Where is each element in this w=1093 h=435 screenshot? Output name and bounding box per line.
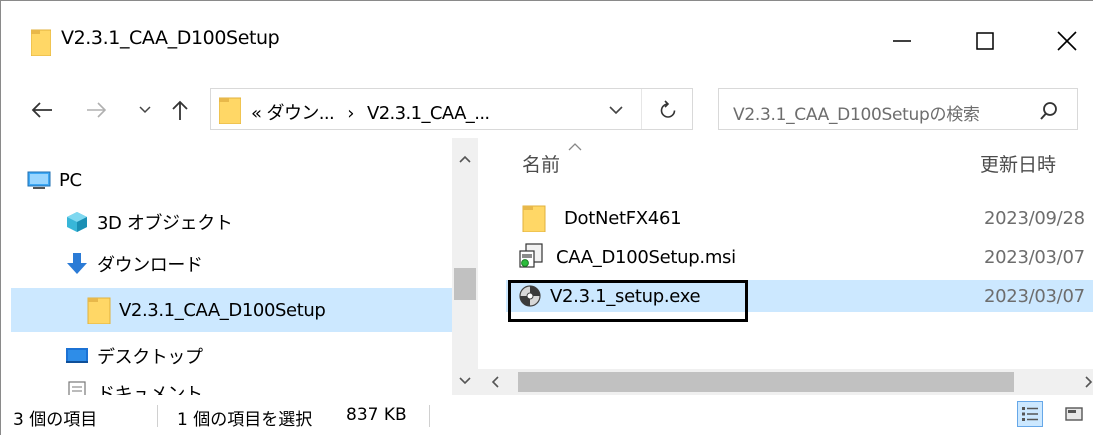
msi-installer-icon xyxy=(519,243,543,268)
folder-icon xyxy=(219,97,241,124)
file-list: 名前 更新日時 DotNetFX461 2023/09/28 CAA_D100S… xyxy=(478,138,1093,395)
tree-item-pc[interactable]: PC xyxy=(27,160,447,200)
folder-icon xyxy=(522,205,546,232)
folder-icon xyxy=(87,297,111,324)
tree-item-label: V2.3.1_CAA_D100Setup xyxy=(119,299,326,321)
file-row-setup-exe[interactable]: V2.3.1_setup.exe 2023/03/07 xyxy=(506,280,1093,312)
forward-button[interactable] xyxy=(81,90,111,130)
tree-item-current-folder[interactable]: V2.3.1_CAA_D100Setup xyxy=(11,288,453,332)
tree-item-3d-objects[interactable]: 3D オブジェクト xyxy=(65,202,445,242)
file-date: 2023/03/07 xyxy=(984,285,1085,307)
tree-item-downloads[interactable]: ダウンロード xyxy=(65,244,445,284)
column-header-label: 更新日時 xyxy=(980,154,1057,176)
search-input[interactable]: V2.3.1_CAA_D100Setupの検索 xyxy=(718,88,1078,130)
scroll-right-button[interactable] xyxy=(1073,369,1093,395)
status-item-count: 3 個の項目 xyxy=(13,410,98,430)
maximize-button[interactable] xyxy=(962,19,1008,63)
file-date: 2023/03/07 xyxy=(984,246,1085,268)
up-button[interactable] xyxy=(167,90,193,130)
maximize-icon xyxy=(976,32,994,50)
large-icons-view-button[interactable] xyxy=(1061,401,1087,427)
setup-exe-icon xyxy=(519,285,541,307)
tree-item-label: ダウンロード xyxy=(97,255,203,276)
search-icon[interactable] xyxy=(1037,99,1061,123)
download-icon xyxy=(67,253,87,274)
sort-ascending-icon xyxy=(568,143,582,151)
column-header-label: 名前 xyxy=(522,154,561,176)
chevron-down-icon xyxy=(609,106,623,115)
tree-item-label: PC xyxy=(59,169,82,191)
chevron-down-icon xyxy=(459,377,471,385)
file-row-dotnetfx461[interactable]: DotNetFX461 2023/09/28 xyxy=(506,202,1093,234)
scrollbar-thumb[interactable] xyxy=(454,268,476,300)
scroll-up-button[interactable] xyxy=(452,148,478,170)
scrollbar-thumb[interactable] xyxy=(518,372,1014,392)
forward-arrow-icon xyxy=(87,102,106,118)
address-overflow-indicator[interactable]: « xyxy=(251,103,262,124)
file-name: DotNetFX461 xyxy=(564,207,682,229)
scroll-left-button[interactable] xyxy=(482,369,508,395)
status-selection: 1 個の項目を選択 xyxy=(177,410,313,430)
back-arrow-icon xyxy=(31,102,52,118)
recent-locations-button[interactable] xyxy=(135,90,155,130)
navigation-pane: PC 3D オブジェクト ダウンロード V2.3.1_CAA_D100Setup… xyxy=(0,138,478,395)
status-divider xyxy=(429,405,430,427)
address-path: « ダウン... › V2.3.1_CAA_... xyxy=(251,99,490,125)
tree-item-desktop[interactable]: デスクトップ xyxy=(65,336,445,376)
refresh-button[interactable] xyxy=(641,89,693,129)
3d-objects-icon xyxy=(67,212,87,232)
status-divider xyxy=(157,405,158,427)
minimize-icon xyxy=(893,40,911,42)
back-button[interactable] xyxy=(25,90,59,130)
close-button[interactable] xyxy=(1044,19,1090,63)
file-date: 2023/09/28 xyxy=(984,207,1085,229)
address-bar[interactable]: « ダウン... › V2.3.1_CAA_... xyxy=(210,88,693,130)
details-view-button[interactable] xyxy=(1017,401,1043,427)
up-arrow-icon xyxy=(172,100,188,120)
file-name: V2.3.1_setup.exe xyxy=(550,285,701,307)
address-history-dropdown[interactable] xyxy=(599,97,633,123)
status-bar: 3 個の項目 1 個の項目を選択 837 KB xyxy=(0,395,1093,435)
chevron-left-icon xyxy=(491,376,499,388)
chevron-right-icon xyxy=(1085,376,1093,388)
status-size: 837 KB xyxy=(346,405,407,425)
tree-item-documents[interactable]: ドキュメント xyxy=(65,378,445,395)
window-title: V2.3.1_CAA_D100Setup xyxy=(61,27,280,49)
large-icons-view-icon xyxy=(1065,407,1083,421)
details-view-icon xyxy=(1022,407,1038,421)
breadcrumb-current-folder[interactable]: V2.3.1_CAA_... xyxy=(367,103,490,124)
documents-icon xyxy=(68,381,86,395)
minimize-button[interactable] xyxy=(879,19,925,63)
navigation-pane-scrollbar[interactable] xyxy=(452,138,478,395)
title-bar[interactable]: V2.3.1_CAA_D100Setup xyxy=(0,0,1093,80)
folder-icon xyxy=(31,29,51,56)
chevron-up-icon xyxy=(459,155,471,163)
pc-icon xyxy=(27,171,51,189)
refresh-icon xyxy=(660,100,675,118)
column-header-date-modified[interactable]: 更新日時 xyxy=(980,150,1056,177)
navigation-bar: « ダウン... › V2.3.1_CAA_... V2.3.1_CAA_D10… xyxy=(0,80,1093,138)
breadcrumb-separator[interactable]: › xyxy=(347,103,354,124)
column-header-name[interactable]: 名前 xyxy=(522,150,560,177)
tree-item-label: ドキュメント xyxy=(97,384,203,395)
close-icon xyxy=(1057,31,1077,51)
file-list-horizontal-scrollbar[interactable] xyxy=(478,369,1093,395)
tree-item-label: デスクトップ xyxy=(97,347,203,368)
breadcrumb-downloads[interactable]: ダウン... xyxy=(267,103,335,124)
desktop-icon xyxy=(66,348,88,363)
tree-item-label: 3D オブジェクト xyxy=(97,213,233,234)
file-name: CAA_D100Setup.msi xyxy=(556,246,736,268)
search-placeholder: V2.3.1_CAA_D100Setupの検索 xyxy=(733,105,980,125)
chevron-down-icon xyxy=(139,106,151,114)
scroll-down-button[interactable] xyxy=(452,370,478,392)
file-row-msi[interactable]: CAA_D100Setup.msi 2023/03/07 xyxy=(506,241,1093,273)
